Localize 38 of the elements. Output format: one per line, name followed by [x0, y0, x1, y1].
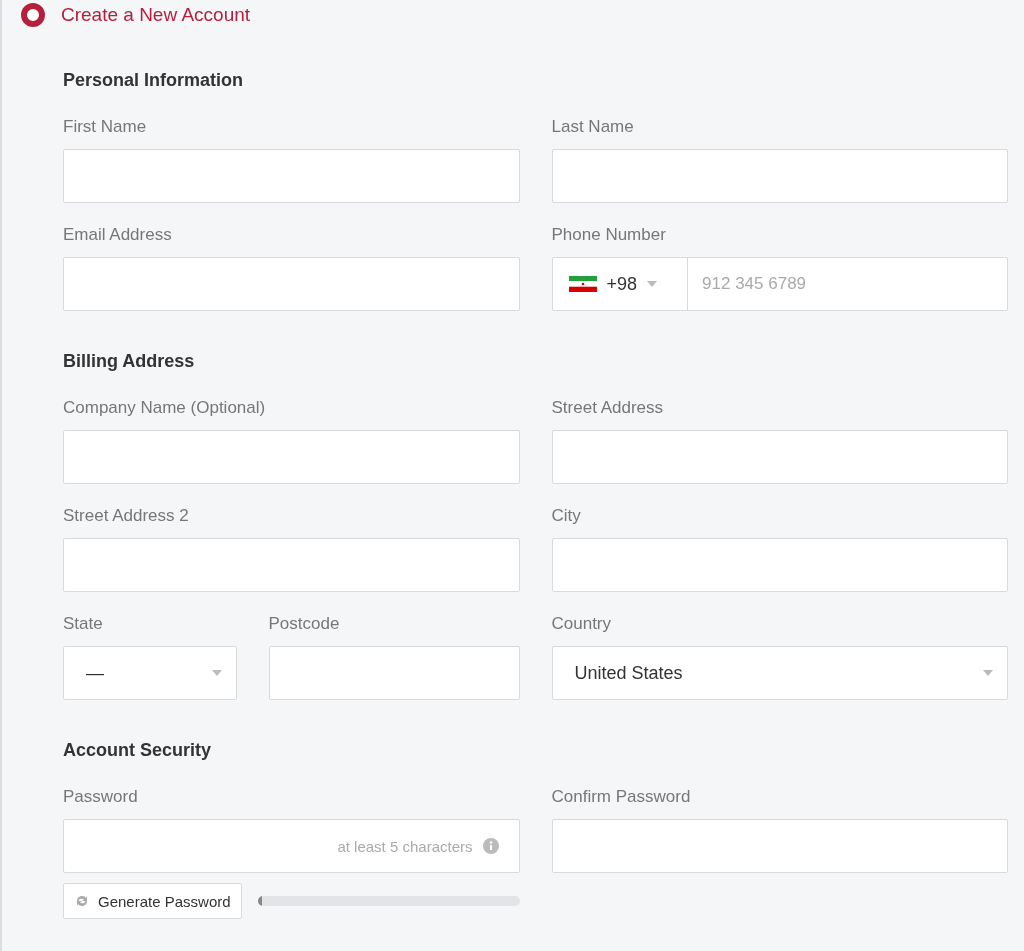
field-label: City [551, 506, 582, 526]
info-icon [482, 838, 499, 854]
field-label: Country [551, 614, 613, 634]
field-label: Last Name [551, 117, 635, 137]
refresh-icon [74, 893, 90, 909]
section-heading: Billing Address [63, 351, 196, 372]
field-label: Confirm Password [551, 787, 692, 807]
input-field[interactable] [63, 538, 520, 592]
input-field[interactable] [63, 430, 520, 484]
field-label: First Name [63, 117, 148, 137]
step-marker-icon [21, 3, 45, 27]
input-field[interactable] [551, 430, 1008, 484]
select-field[interactable]: — [63, 646, 237, 700]
phone-field[interactable]: +98 912 345 6789 [551, 257, 1008, 311]
section-heading: Account Security [63, 740, 213, 761]
field-label: Street Address 2 [63, 506, 190, 526]
input-field[interactable] [63, 257, 520, 311]
input-field[interactable] [268, 646, 520, 700]
field-label: Company Name (Optional) [63, 398, 267, 418]
input-field[interactable] [551, 538, 1008, 592]
input-field[interactable] [551, 149, 1008, 203]
field-label: State [63, 614, 104, 634]
field-label: Street Address [551, 398, 664, 418]
page-title: Create a New Account [61, 4, 251, 26]
caret-icon [647, 281, 658, 287]
field-label: Phone Number [551, 225, 667, 245]
field-label: Email Address [63, 225, 173, 245]
section-heading: Personal Information [63, 70, 245, 91]
flag-icon [568, 276, 597, 292]
caret-icon [983, 670, 993, 676]
input-field[interactable] [63, 149, 520, 203]
field-label: Password [63, 787, 139, 807]
generate-password-button[interactable]: Generate Password [63, 883, 242, 919]
select-field[interactable]: United States [551, 646, 1008, 700]
caret-icon [211, 670, 222, 676]
country-code[interactable]: +98 [606, 273, 638, 295]
field-label: Postcode [268, 614, 341, 634]
input-field[interactable] [551, 819, 1008, 873]
